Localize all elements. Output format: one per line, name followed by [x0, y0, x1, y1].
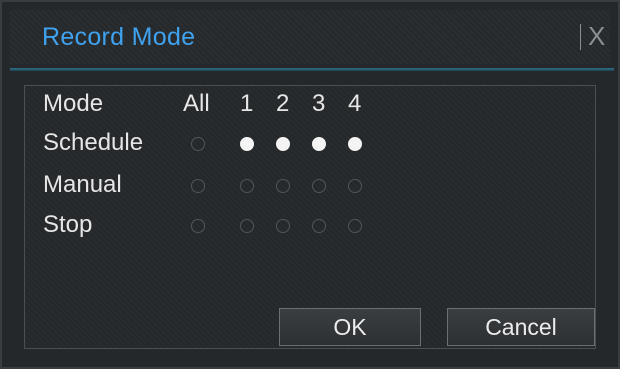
close-separator — [580, 24, 581, 50]
schedule-ch4-radio[interactable] — [348, 137, 362, 151]
schedule-all-radio[interactable] — [191, 137, 205, 151]
title-underline — [10, 68, 614, 71]
manual-all-radio[interactable] — [191, 179, 205, 193]
row-label-manual: Manual — [43, 171, 122, 198]
stop-ch2-radio[interactable] — [276, 219, 290, 233]
stop-all-radio[interactable] — [191, 219, 205, 233]
schedule-ch1-radio[interactable] — [240, 137, 254, 151]
stop-ch1-radio[interactable] — [240, 219, 254, 233]
row-label-stop: Stop — [43, 211, 93, 238]
channel-2-header: 2 — [276, 90, 290, 117]
manual-ch1-radio[interactable] — [240, 179, 254, 193]
schedule-ch2-radio[interactable] — [276, 137, 290, 151]
mode-panel: Mode All 1 2 3 4 Schedule Manual Stop OK… — [24, 85, 596, 349]
row-label-schedule: Schedule — [43, 129, 144, 156]
channel-4-header: 4 — [348, 90, 362, 117]
title-bar: Record Mode X — [10, 10, 610, 64]
stop-ch4-radio[interactable] — [348, 219, 362, 233]
mode-header-label: Mode — [43, 90, 104, 117]
close-icon[interactable]: X — [588, 22, 610, 50]
record-mode-dialog: Record Mode X Mode All 1 2 3 4 Schedule … — [0, 0, 620, 369]
schedule-ch3-radio[interactable] — [312, 137, 326, 151]
channel-1-header: 1 — [240, 90, 254, 117]
dialog-title: Record Mode — [42, 23, 196, 51]
cancel-button[interactable]: Cancel — [447, 308, 595, 346]
manual-ch3-radio[interactable] — [312, 179, 326, 193]
channel-all-header: All — [183, 90, 210, 117]
manual-ch4-radio[interactable] — [348, 179, 362, 193]
manual-ch2-radio[interactable] — [276, 179, 290, 193]
stop-ch3-radio[interactable] — [312, 219, 326, 233]
channel-3-header: 3 — [312, 90, 326, 117]
ok-button[interactable]: OK — [279, 308, 421, 346]
